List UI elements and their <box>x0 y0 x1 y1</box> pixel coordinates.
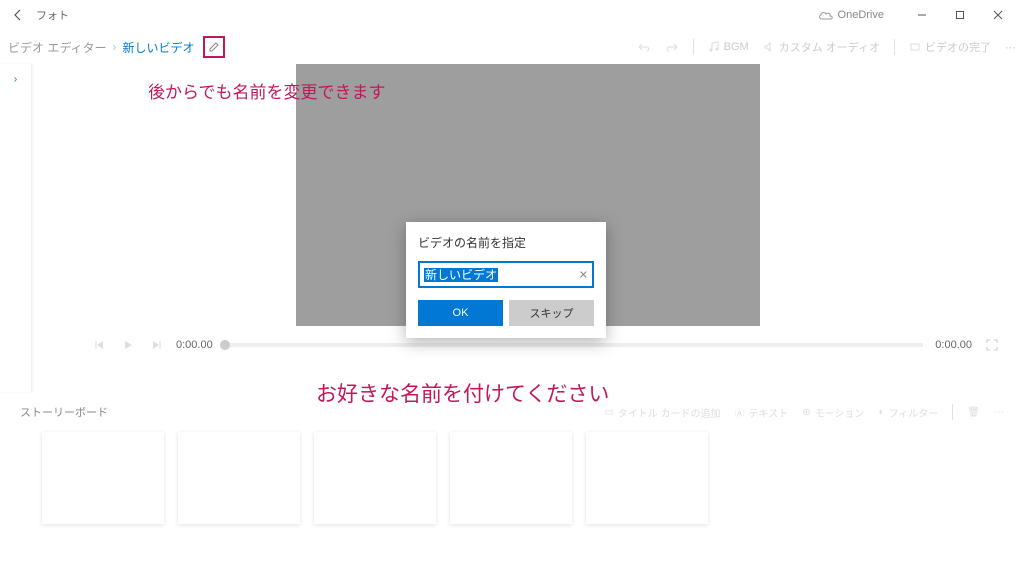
music-icon <box>708 41 720 53</box>
toolbar: ビデオ エディター › 新しいビデオ BGM カスタム オーディオ ビデオの完了… <box>0 30 1024 64</box>
dialog-input-wrap: 新しいビデオ ✕ <box>418 261 594 288</box>
divider <box>952 404 953 420</box>
undo-button[interactable] <box>637 41 651 53</box>
storyboard-card[interactable] <box>42 432 164 524</box>
back-button[interactable] <box>8 5 28 25</box>
expand-chevron-icon[interactable]: › <box>14 74 17 85</box>
speaker-icon <box>763 41 775 53</box>
more-button[interactable]: ⋯ <box>1005 41 1016 54</box>
delete-button[interactable]: 🗑 <box>967 407 980 418</box>
motion-button[interactable]: ⊕モーション <box>802 405 864 420</box>
skip-button[interactable]: スキップ <box>509 300 594 326</box>
add-title-card-button[interactable]: ▭タイトル カードの追加 <box>604 405 720 420</box>
maximize-button[interactable] <box>942 3 978 27</box>
pencil-icon <box>208 41 220 53</box>
duration: 0:00.00 <box>935 339 972 351</box>
prev-frame-button[interactable] <box>92 337 108 353</box>
storyboard <box>0 426 1024 530</box>
titlebar: フォト OneDrive <box>0 0 1024 30</box>
storyboard-card[interactable] <box>178 432 300 524</box>
custom-audio-button[interactable]: カスタム オーディオ <box>763 39 880 55</box>
filter-button[interactable]: ◐フィルター <box>878 405 938 420</box>
toolbar-actions: BGM カスタム オーディオ ビデオの完了 ⋯ <box>637 39 1016 55</box>
breadcrumb-current[interactable]: 新しいビデオ <box>123 39 195 56</box>
annotation-name-it: お好きな名前を付けてください <box>316 378 609 408</box>
annotation-rename-later: 後からでも名前を変更できます <box>148 78 386 103</box>
redo-icon <box>665 41 679 53</box>
undo-icon <box>637 41 651 53</box>
trash-icon: 🗑 <box>967 407 980 418</box>
text-button[interactable]: Ⓐテキスト <box>735 405 789 420</box>
divider <box>693 39 694 55</box>
current-time: 0:00.00 <box>176 339 213 351</box>
side-panel: › <box>0 64 32 392</box>
storyboard-card[interactable] <box>314 432 436 524</box>
onedrive-status[interactable]: OneDrive <box>818 9 884 21</box>
text-icon: Ⓐ <box>735 405 745 420</box>
chevron-right-icon: › <box>113 40 117 54</box>
filter-icon: ◐ <box>878 407 884 418</box>
breadcrumb-root[interactable]: ビデオ エディター <box>8 39 107 56</box>
rename-button[interactable] <box>203 36 225 58</box>
divider <box>894 39 895 55</box>
name-dialog: ビデオの名前を指定 新しいビデオ ✕ OK スキップ <box>406 222 606 338</box>
storyboard-card[interactable] <box>586 432 708 524</box>
storyboard-title: ストーリーボード <box>20 404 108 420</box>
card-icon: ▭ <box>604 407 613 418</box>
close-button[interactable] <box>980 3 1016 27</box>
app-title: フォト <box>36 7 69 23</box>
export-icon <box>909 41 921 53</box>
motion-icon: ⊕ <box>802 407 810 418</box>
dialog-title: ビデオの名前を指定 <box>418 234 594 251</box>
video-name-input[interactable]: 新しいビデオ <box>418 261 594 288</box>
minimize-button[interactable] <box>904 3 940 27</box>
seek-thumb[interactable] <box>220 340 230 350</box>
fullscreen-button[interactable] <box>984 337 1000 353</box>
play-button[interactable] <box>120 337 136 353</box>
next-frame-button[interactable] <box>148 337 164 353</box>
storyboard-more-button[interactable]: ⋯ <box>994 407 1004 418</box>
seek-bar[interactable] <box>225 343 924 347</box>
bgm-button[interactable]: BGM <box>708 41 749 53</box>
finish-video-button[interactable]: ビデオの完了 <box>909 39 991 55</box>
cloud-icon <box>818 10 834 20</box>
ok-button[interactable]: OK <box>418 300 503 326</box>
storyboard-card[interactable] <box>450 432 572 524</box>
clear-input-button[interactable]: ✕ <box>579 268 588 281</box>
breadcrumb: ビデオ エディター › 新しいビデオ <box>8 39 195 56</box>
redo-button[interactable] <box>665 41 679 53</box>
